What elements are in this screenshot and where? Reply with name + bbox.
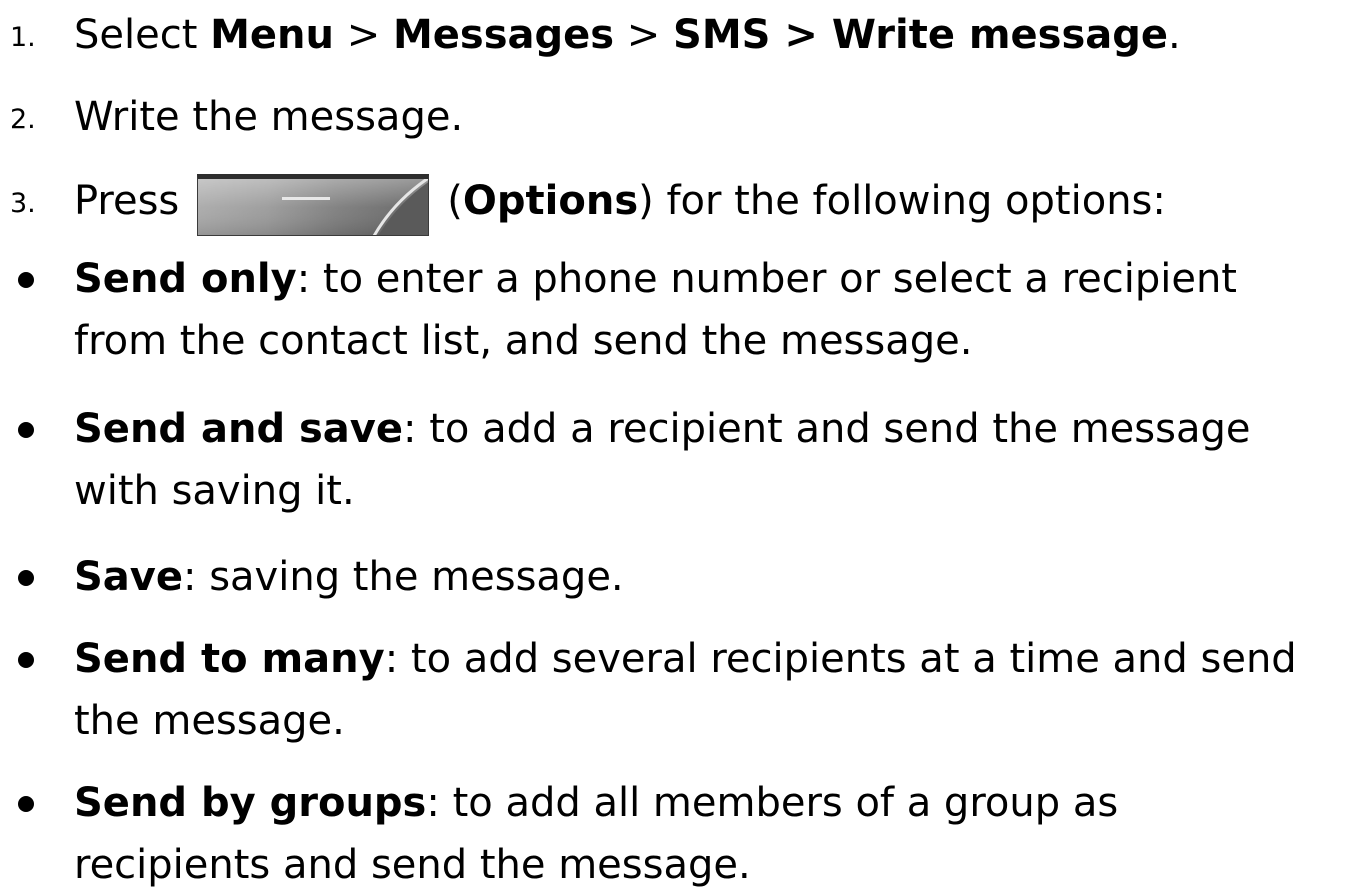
softkey-graphic [198,179,429,235]
bullet-dot [18,422,34,438]
bullet-dot [18,796,34,812]
option-text: Send to many: to add several recipients … [74,628,1297,752]
option-send-by-groups: Send by groups: to add all members of a … [0,772,1368,892]
option-term: Save [74,554,184,600]
step-1: 1. Select Menu > Messages > SMS > Write … [0,2,1368,72]
option-term: Send to many [74,636,385,682]
option-line-2: recipients and send the message. [74,842,751,888]
option-description: : to add all members of a group as [426,780,1119,826]
manual-page: 1. Select Menu > Messages > SMS > Write … [0,0,1368,893]
messages-term: Messages [392,12,615,58]
press-text: Press [74,178,180,224]
option-description: : saving the message. [183,554,624,600]
step-number: 2. [10,104,36,135]
menu-term: Menu [210,12,335,58]
step-2: 2. Write the message. [0,84,1368,154]
option-description: : to add several recipients at a time an… [384,636,1297,682]
option-line-1: Save: saving the message. [74,546,624,608]
option-text: Send by groups: to add all members of a … [74,772,1118,896]
sms-write-message-term: SMS > Write message [673,12,1169,58]
option-line-1: Send by groups: to add all members of a … [74,772,1118,834]
separator: > [614,12,674,58]
option-description: : to enter a phone number or select a re… [296,256,1237,302]
option-text: Save: saving the message. [74,546,624,608]
option-line-1: Send to many: to add several recipients … [74,628,1297,690]
step-text: Press (Options) for the following options… [74,168,1166,236]
bullet-dot [18,570,34,586]
step-number: 1. [10,22,36,53]
option-save: Save: saving the message. [0,546,1368,612]
step-3: 3. Press (Options) for the following opti… [0,168,1368,238]
option-line-2: from the contact list, and send the mess… [74,318,973,364]
left-softkey-icon [197,174,430,236]
step-text: Write the message. [74,94,464,140]
following-options-text: ) for the following options: [638,178,1166,224]
step-number: 3. [10,188,36,219]
step-text-part: Select [74,12,211,58]
option-line-2: the message. [74,698,345,744]
option-line-1: Send only: to enter a phone number or se… [74,248,1237,310]
option-line-2: with saving it. [74,468,355,514]
paren-open: ( [447,178,463,224]
period: . [1168,12,1181,58]
option-description: : to add a recipient and send the messag… [403,406,1251,452]
option-term: Send and save [74,406,404,452]
option-text: Send only: to enter a phone number or se… [74,248,1237,372]
option-term: Send by groups [74,780,427,826]
separator: > [334,12,393,58]
option-term: Send only [74,256,297,302]
options-term: Options [462,178,639,224]
bullet-dot [18,272,34,288]
step-text: Select Menu > Messages > SMS > Write mes… [74,2,1181,68]
option-send-to-many: Send to many: to add several recipients … [0,628,1368,758]
option-text: Send and save: to add a recipient and se… [74,398,1250,522]
bullet-dot [18,652,34,668]
option-line-1: Send and save: to add a recipient and se… [74,398,1250,460]
option-send-only: Send only: to enter a phone number or se… [0,248,1368,378]
option-send-and-save: Send and save: to add a recipient and se… [0,398,1368,528]
